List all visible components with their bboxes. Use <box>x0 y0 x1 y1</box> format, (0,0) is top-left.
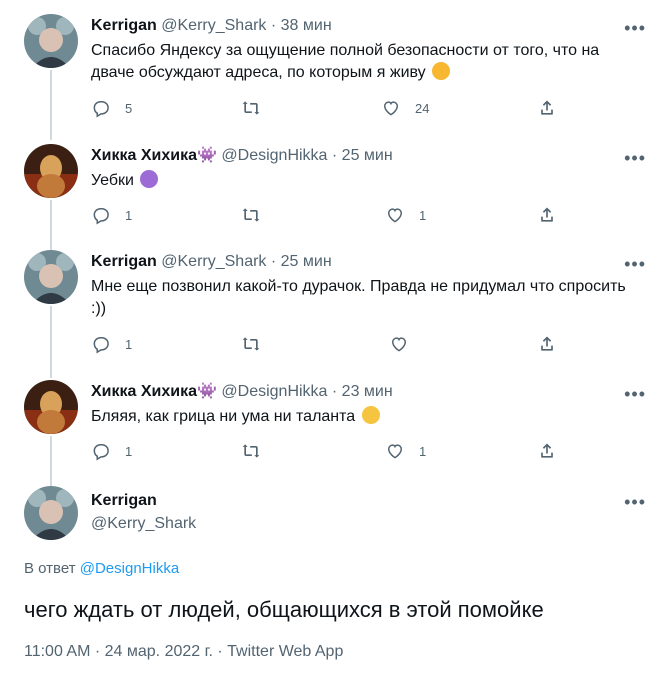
reply-to-link[interactable]: @DesignHikka <box>80 560 179 577</box>
tweet-text: Мне еще позвонил какой-то дурачок. Правд… <box>91 278 626 317</box>
author-handle[interactable]: @DesignHikka <box>221 383 327 400</box>
reply-icon <box>93 337 109 354</box>
heart-icon <box>387 208 403 223</box>
reply-button[interactable]: 1 <box>91 205 132 225</box>
avatar-hikka[interactable] <box>24 144 78 198</box>
author-name[interactable]: Хикка Хихика <box>91 147 197 164</box>
share-button[interactable] <box>537 441 557 461</box>
like-count: 1 <box>419 443 427 459</box>
tweet-header: Хикка Хихика👾 @DesignHikka · 23 мин <box>91 382 393 402</box>
tweet-4[interactable]: Хикка Хихика👾 @DesignHikka · 23 мин ••• … <box>0 364 666 482</box>
tweet-header: Kerrigan @Kerry_Shark · 38 мин <box>91 16 332 36</box>
more-icon[interactable]: ••• <box>624 254 646 275</box>
avatar-kerrigan[interactable] <box>24 486 78 540</box>
reply-count: 1 <box>125 336 133 352</box>
share-button[interactable] <box>537 334 557 354</box>
retweet-icon <box>242 444 260 458</box>
share-button[interactable] <box>537 205 557 225</box>
share-icon <box>541 100 553 115</box>
retweet-button[interactable] <box>241 334 275 354</box>
like-count: 1 <box>419 207 427 223</box>
tweet-time[interactable]: · 23 мин <box>332 383 393 400</box>
avatar-hikka[interactable] <box>24 380 78 434</box>
heart-icon <box>391 337 407 352</box>
heart-icon <box>383 101 399 116</box>
like-button[interactable] <box>389 334 423 354</box>
tweet-1[interactable]: Kerrigan @Kerry_Shark · 38 мин ••• Спаси… <box>0 0 666 140</box>
like-count: 24 <box>415 100 430 116</box>
author-handle[interactable]: @Kerry_Shark <box>161 253 266 270</box>
share-button[interactable] <box>537 98 557 118</box>
main-tweet-text: чего ждать от людей, общающихся в этой п… <box>24 597 544 622</box>
reply-button[interactable]: 5 <box>91 98 132 118</box>
tweet-text: Бляяя, как грица ни ума ни таланта <box>91 406 639 428</box>
heart-icon <box>387 444 403 459</box>
tweet-text: Уебки <box>91 170 639 192</box>
author-handle[interactable]: @Kerry_Shark <box>91 515 196 533</box>
share-icon <box>541 207 553 222</box>
tweet-2[interactable]: Хикка Хихика👾 @DesignHikka · 25 мин ••• … <box>0 128 666 246</box>
alien-monster-icon: 👾 <box>197 147 217 164</box>
tweet-text: Спасибо Яндексу за ощущение полной безоп… <box>91 42 600 81</box>
tweet-actions: 5 24 <box>91 98 561 118</box>
reply-prefix: В ответ <box>24 560 76 577</box>
more-icon[interactable]: ••• <box>624 384 646 405</box>
tweet-header: Хикка Хихика👾 @DesignHikka · 25 мин <box>91 146 393 166</box>
retweet-icon <box>242 337 260 351</box>
tweet-timestamp[interactable]: 11:00 AM · 24 мар. 2022 г. · Twitter Web… <box>24 643 343 661</box>
avatar-kerrigan[interactable] <box>24 14 78 68</box>
alien-monster-icon: 👾 <box>197 383 217 400</box>
reply-count: 1 <box>125 207 133 223</box>
main-tweet: Kerrigan @Kerry_Shark ••• В ответ @Desig… <box>0 478 666 684</box>
more-icon[interactable]: ••• <box>624 492 646 513</box>
tweet-time[interactable]: · 38 мин <box>271 17 332 34</box>
author-name[interactable]: Kerrigan <box>91 492 157 510</box>
author-handle[interactable]: @Kerry_Shark <box>161 17 266 34</box>
like-button[interactable]: 1 <box>385 205 426 225</box>
author-handle[interactable]: @DesignHikka <box>221 147 327 164</box>
author-name[interactable]: Kerrigan <box>91 253 157 270</box>
reply-icon <box>93 444 109 461</box>
retweet-icon <box>242 101 260 115</box>
like-button[interactable]: 1 <box>385 441 426 461</box>
share-icon <box>541 443 553 458</box>
more-icon[interactable]: ••• <box>624 148 646 169</box>
retweet-button[interactable] <box>241 205 275 225</box>
retweet-button[interactable] <box>241 441 275 461</box>
retweet-icon <box>242 208 260 222</box>
tweet-actions: 1 1 <box>91 441 561 461</box>
tweet-time[interactable]: · 25 мин <box>271 253 332 270</box>
tweet-time[interactable]: · 25 мин <box>332 147 393 164</box>
reply-button[interactable]: 1 <box>91 334 132 354</box>
grinning-cat-emoji-icon <box>361 406 380 424</box>
reply-icon <box>93 208 109 225</box>
author-name[interactable]: Kerrigan <box>91 17 157 34</box>
tweet-3[interactable]: Kerrigan @Kerry_Shark · 25 мин ••• Мне е… <box>0 236 666 366</box>
tweet-header: Kerrigan @Kerry_Shark · 25 мин <box>91 252 332 272</box>
reply-count: 1 <box>125 443 133 459</box>
tweet-actions: 1 <box>91 334 561 354</box>
more-icon[interactable]: ••• <box>624 18 646 39</box>
like-button[interactable]: 24 <box>381 98 429 118</box>
reply-count: 5 <box>125 100 133 116</box>
retweet-button[interactable] <box>241 98 275 118</box>
author-name[interactable]: Хикка Хихика <box>91 383 197 400</box>
tweet-actions: 1 1 <box>91 205 561 225</box>
angry-devil-emoji-icon <box>140 170 159 188</box>
smiling-hearts-emoji-icon <box>432 62 451 80</box>
share-icon <box>541 336 553 351</box>
reply-button[interactable]: 1 <box>91 441 132 461</box>
reply-context: В ответ @DesignHikka <box>24 560 179 577</box>
reply-icon <box>93 101 109 118</box>
avatar-kerrigan[interactable] <box>24 250 78 304</box>
